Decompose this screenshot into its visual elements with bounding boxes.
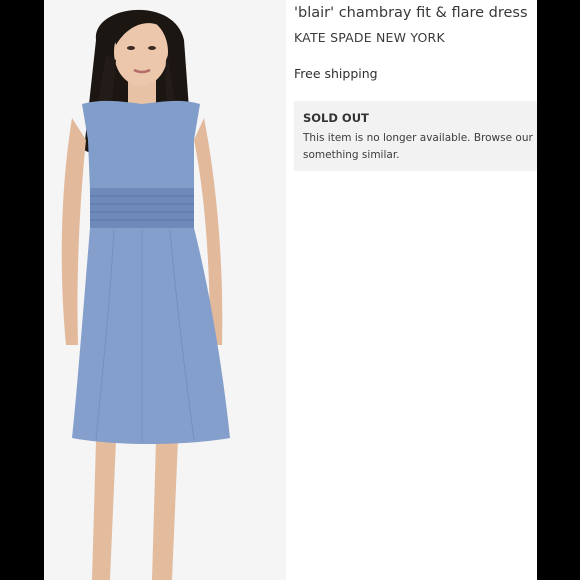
- brand-link[interactable]: KATE SPADE NEW YORK: [294, 30, 445, 45]
- sold-out-notice: SOLD OUT This item is no longer availabl…: [294, 101, 537, 171]
- product-photo[interactable]: [44, 0, 286, 580]
- model-illustration: [44, 0, 286, 580]
- sold-out-message-line-1: This item is no longer available. Browse…: [303, 132, 537, 144]
- left-frame-bar: [0, 0, 44, 580]
- product-info-panel: 'blair' chambray fit & flare dress KATE …: [286, 0, 537, 580]
- right-frame-bar: [537, 0, 580, 580]
- sold-out-heading: SOLD OUT: [303, 111, 369, 125]
- sold-out-message-line-2: something similar.: [303, 149, 400, 161]
- shipping-text: Free shipping: [294, 66, 378, 81]
- product-title: 'blair' chambray fit & flare dress: [294, 5, 528, 21]
